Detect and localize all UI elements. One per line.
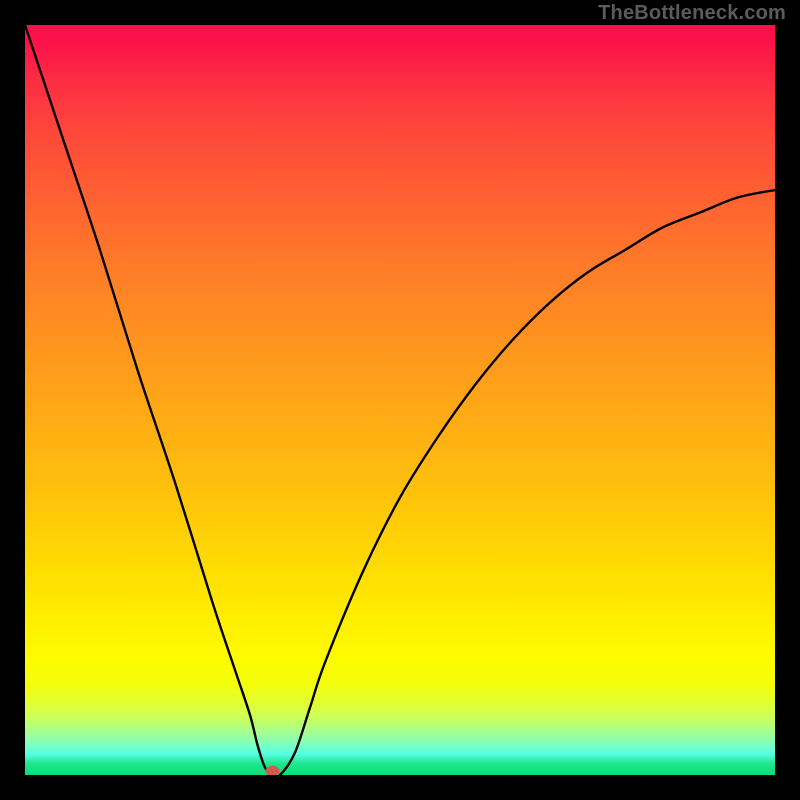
plot-area (25, 25, 775, 775)
curve-svg (25, 25, 775, 775)
chart-frame: TheBottleneck.com (0, 0, 800, 800)
watermark-text: TheBottleneck.com (598, 2, 786, 25)
minimum-marker (266, 766, 280, 775)
bottleneck-curve-path (25, 25, 775, 775)
